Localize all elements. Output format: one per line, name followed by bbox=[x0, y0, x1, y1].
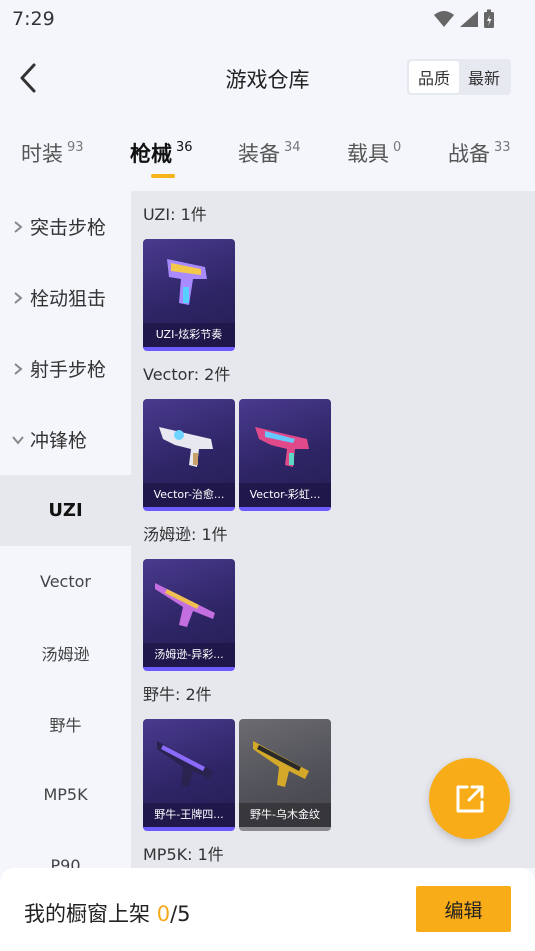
tab-fashion[interactable]: 时装 93 bbox=[21, 138, 84, 168]
showcase-label: 我的橱窗上架 bbox=[24, 902, 150, 926]
vector-skin-icon bbox=[255, 427, 309, 467]
tab-label: 枪械 bbox=[130, 142, 172, 166]
skin-name: Vector-治愈... bbox=[143, 483, 235, 507]
vector-skin-icon bbox=[159, 427, 213, 467]
sidebar-category-label: 突击步枪 bbox=[30, 217, 107, 239]
sidebar-item-thompson[interactable]: 汤姆逊 bbox=[0, 617, 131, 688]
chevron-right-icon bbox=[14, 220, 23, 233]
group-title: UZI: 1件 bbox=[143, 205, 207, 224]
skin-card[interactable]: Vector-彩虹... bbox=[239, 399, 331, 511]
sidebar-item-mp5k[interactable]: MP5K bbox=[0, 759, 131, 830]
chevron-right-icon bbox=[14, 362, 23, 375]
edit-button[interactable]: 编辑 bbox=[416, 886, 511, 932]
sidebar-item-bizon[interactable]: 野牛 bbox=[0, 688, 131, 759]
battery-icon bbox=[484, 9, 494, 28]
sort-latest-button[interactable]: 最新 bbox=[459, 61, 509, 93]
skin-name: 野牛-王牌四... bbox=[143, 803, 235, 827]
sidebar-category-marksman-rifle[interactable]: 射手步枪 bbox=[0, 333, 131, 404]
sidebar-category-bolt-sniper[interactable]: 栓动狙击 bbox=[0, 262, 131, 333]
thompson-skin-icon bbox=[155, 583, 215, 627]
tab-label: 时装 bbox=[21, 142, 63, 166]
sidebar-category-label: 栓动狙击 bbox=[30, 288, 107, 310]
tab-count: 0 bbox=[393, 140, 402, 155]
status-bar: 7:29 bbox=[0, 0, 535, 38]
skin-card[interactable]: UZI-炫彩节奏 bbox=[143, 239, 235, 351]
showcase-status: 我的橱窗上架 0/5 bbox=[24, 898, 191, 928]
uzi-skin-icon bbox=[167, 259, 207, 305]
skin-name: 汤姆逊-异彩... bbox=[143, 643, 235, 667]
skin-card[interactable]: Vector-治愈... bbox=[143, 399, 235, 511]
sidebar-item-p90[interactable]: P90 bbox=[0, 830, 131, 868]
skin-card[interactable]: 汤姆逊-异彩... bbox=[143, 559, 235, 671]
tab-label: 载具 bbox=[347, 142, 389, 166]
group-title: MP5K: 1件 bbox=[143, 845, 224, 864]
tab-firearms[interactable]: 枪械 36 bbox=[130, 138, 193, 168]
skin-name: Vector-彩虹... bbox=[239, 483, 331, 507]
showcase-current-count: 0 bbox=[156, 902, 171, 926]
tab-count: 36 bbox=[176, 140, 193, 155]
sidebar-category-smg[interactable]: 冲锋枪 bbox=[0, 404, 131, 475]
tab-count: 34 bbox=[284, 140, 301, 155]
sort-toggle: 品质 最新 bbox=[407, 59, 511, 95]
group-title: 汤姆逊: 1件 bbox=[143, 525, 228, 544]
showcase-bar: 我的橱窗上架 0/5 编辑 bbox=[0, 868, 535, 951]
sidebar-item-vector[interactable]: Vector bbox=[0, 546, 131, 617]
skin-card[interactable]: 野牛-乌木金纹 bbox=[239, 719, 331, 831]
sidebar-category-assault-rifle[interactable]: 突击步枪 bbox=[0, 191, 131, 262]
wifi-icon bbox=[434, 11, 454, 27]
tab-label: 装备 bbox=[238, 142, 280, 166]
tab-combat-gear[interactable]: 战备 33 bbox=[448, 138, 511, 168]
skin-card[interactable]: 野牛-王牌四... bbox=[143, 719, 235, 831]
bizon-skin-icon bbox=[253, 741, 309, 787]
showcase-max-count: 5 bbox=[177, 902, 191, 926]
active-tab-indicator bbox=[151, 174, 175, 178]
share-icon bbox=[456, 785, 483, 812]
status-time: 7:29 bbox=[12, 8, 55, 30]
group-title: 野牛: 2件 bbox=[143, 685, 212, 704]
chevron-right-icon bbox=[14, 291, 23, 304]
tab-label: 战备 bbox=[448, 142, 490, 166]
tab-equipment[interactable]: 装备 34 bbox=[238, 138, 301, 168]
skin-name: 野牛-乌木金纹 bbox=[239, 803, 331, 827]
skin-name: UZI-炫彩节奏 bbox=[143, 323, 235, 347]
tab-count: 93 bbox=[67, 140, 84, 155]
category-tabs: 时装 93 枪械 36 装备 34 载具 0 战备 33 bbox=[0, 132, 535, 182]
sidebar-item-uzi[interactable]: UZI bbox=[0, 475, 131, 546]
page-header: 游戏仓库 品质 最新 bbox=[0, 50, 535, 106]
sidebar-category-label: 射手步枪 bbox=[30, 359, 107, 381]
tab-vehicles[interactable]: 载具 0 bbox=[347, 138, 401, 168]
tab-count: 33 bbox=[494, 140, 511, 155]
chevron-down-icon bbox=[12, 435, 24, 445]
share-button[interactable] bbox=[429, 758, 510, 839]
sidebar-category-label: 冲锋枪 bbox=[30, 430, 88, 452]
weapon-sidebar: 突击步枪 栓动狙击 射手步枪 冲锋枪 UZI Vector 汤姆逊 野牛 MP5… bbox=[0, 191, 131, 868]
group-title: Vector: 2件 bbox=[143, 365, 231, 384]
bizon-skin-icon bbox=[157, 741, 213, 787]
signal-icon bbox=[460, 11, 478, 27]
sort-quality-button[interactable]: 品质 bbox=[409, 61, 459, 93]
